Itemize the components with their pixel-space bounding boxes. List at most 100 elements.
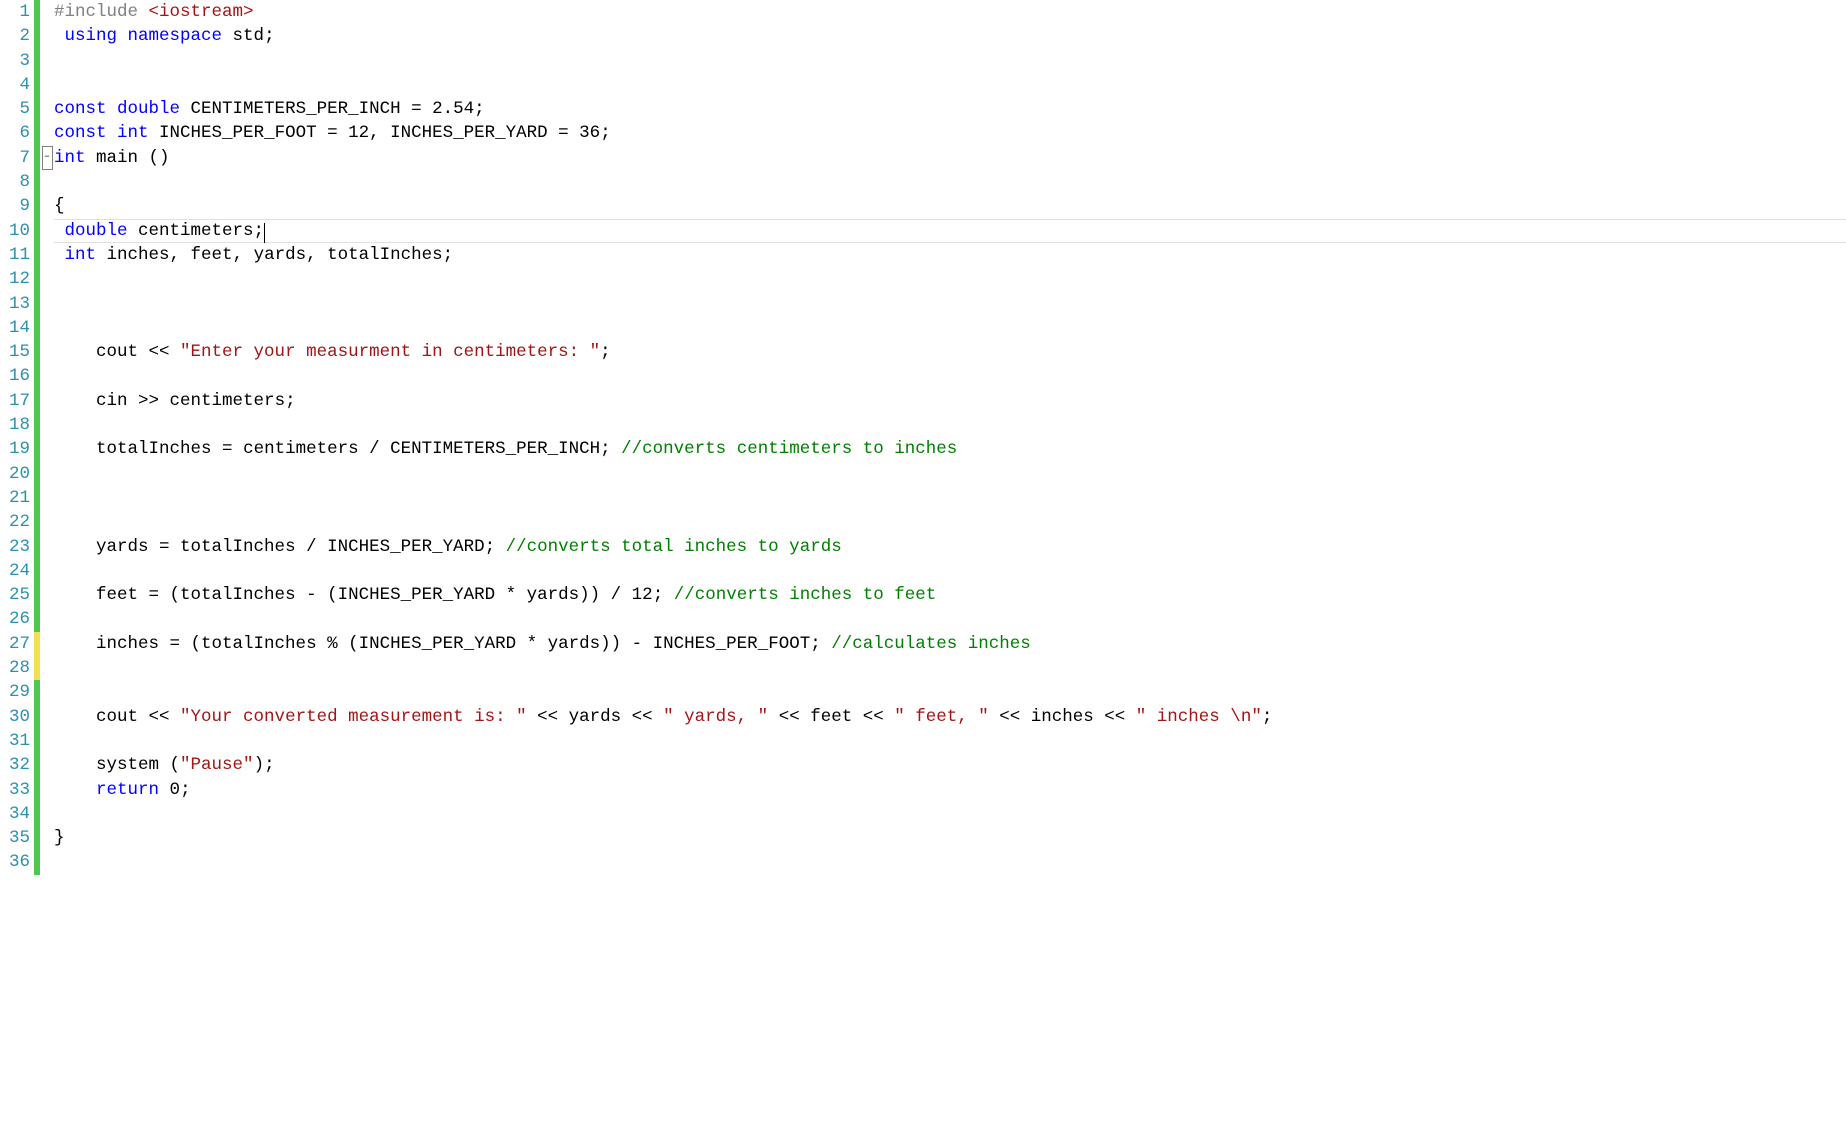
code-line[interactable]: inches = (totalInches % (INCHES_PER_YARD…	[54, 632, 1846, 656]
tok-op-token: ;	[254, 221, 265, 241]
tok-ident-token: yards	[569, 707, 622, 727]
line-number: 4	[0, 73, 30, 97]
fold-cell	[40, 0, 54, 24]
line-number: 15	[0, 340, 30, 364]
line-number: 13	[0, 292, 30, 316]
tok-string-token: <iostream>	[149, 2, 254, 22]
tok-op-token: =	[212, 439, 244, 459]
fold-toggle-icon[interactable]: −	[42, 146, 53, 170]
line-number: 10	[0, 219, 30, 243]
code-editor[interactable]: 1234567891011121314151617181920212223242…	[0, 0, 1846, 875]
tok-op-token: ;	[600, 342, 611, 362]
tok-op-token	[107, 99, 118, 119]
fold-cell	[40, 413, 54, 437]
code-line[interactable]	[54, 292, 1846, 316]
code-line[interactable]	[54, 49, 1846, 73]
tok-ident-token: cout	[96, 342, 138, 362]
tok-op-token: =	[317, 123, 349, 143]
code-line[interactable]: int inches, feet, yards, totalInches;	[54, 243, 1846, 267]
code-line[interactable]	[54, 729, 1846, 753]
tok-op-token: )) -	[600, 634, 653, 654]
line-number: 28	[0, 656, 30, 680]
tok-op-token: ;	[810, 634, 831, 654]
code-line[interactable]: const double CENTIMETERS_PER_INCH = 2.54…	[54, 97, 1846, 121]
code-line[interactable]: cout << "Your converted measurement is: …	[54, 705, 1846, 729]
tok-comment-token: //converts total inches to yards	[506, 537, 842, 557]
tok-op-token: <<	[527, 707, 569, 727]
line-number: 7	[0, 146, 30, 170]
tok-ident-token: INCHES_PER_YARD	[359, 634, 517, 654]
code-line[interactable]	[54, 73, 1846, 97]
tok-op-token: ;	[443, 245, 454, 265]
code-line[interactable]: #include <iostream>	[54, 0, 1846, 24]
line-number: 34	[0, 802, 30, 826]
plain-token	[54, 342, 96, 362]
plain-token	[54, 755, 96, 775]
fold-cell	[40, 462, 54, 486]
code-line[interactable]: int main ()	[54, 146, 1846, 170]
tok-op-token: *	[516, 634, 548, 654]
code-line[interactable]	[54, 170, 1846, 194]
tok-ident-token: totalInches	[180, 585, 296, 605]
code-line[interactable]	[54, 510, 1846, 534]
code-line[interactable]: using namespace std;	[54, 24, 1846, 48]
tok-string-token: "Your converted measurement is: "	[180, 707, 527, 727]
tok-ident-token: yards	[96, 537, 149, 557]
fold-cell	[40, 680, 54, 704]
tok-string-token: " feet, "	[894, 707, 989, 727]
line-number: 12	[0, 267, 30, 291]
tok-op-token: )) /	[579, 585, 632, 605]
tok-ident-token: inches	[96, 245, 170, 265]
code-line[interactable]: {	[54, 194, 1846, 218]
tok-op-token: =	[401, 99, 433, 119]
code-line[interactable]	[54, 607, 1846, 631]
code-line[interactable]: cout << "Enter your measurment in centim…	[54, 340, 1846, 364]
tok-ident-token: inches	[96, 634, 159, 654]
code-line[interactable]	[54, 316, 1846, 340]
fold-cell	[40, 486, 54, 510]
fold-cell	[40, 778, 54, 802]
tok-number-token: 0	[170, 780, 181, 800]
code-line[interactable]	[54, 656, 1846, 680]
code-line[interactable]: system ("Pause");	[54, 753, 1846, 777]
code-line[interactable]	[54, 850, 1846, 874]
code-line[interactable]	[54, 680, 1846, 704]
line-number: 31	[0, 729, 30, 753]
tok-ident-token: INCHES_PER_FOOT	[653, 634, 811, 654]
line-number: 30	[0, 705, 30, 729]
code-line[interactable]	[54, 462, 1846, 486]
line-number: 32	[0, 753, 30, 777]
code-line[interactable]: return 0;	[54, 778, 1846, 802]
code-line[interactable]	[54, 364, 1846, 388]
tok-number-token: 36	[579, 123, 600, 143]
line-number: 19	[0, 437, 30, 461]
line-number: 1	[0, 0, 30, 24]
code-line[interactable]	[54, 559, 1846, 583]
code-area[interactable]: #include <iostream> using namespace std;…	[54, 0, 1846, 875]
code-line[interactable]: yards = totalInches / INCHES_PER_YARD; /…	[54, 535, 1846, 559]
fold-cell	[40, 437, 54, 461]
plain-token	[54, 537, 96, 557]
code-line[interactable]	[54, 267, 1846, 291]
tok-op-token: );	[254, 755, 275, 775]
code-line[interactable]: const int INCHES_PER_FOOT = 12, INCHES_P…	[54, 121, 1846, 145]
tok-keyword-token: int	[117, 123, 149, 143]
fold-cell	[40, 656, 54, 680]
tok-op-token: =	[548, 123, 580, 143]
text-cursor	[264, 223, 265, 243]
tok-op-token: ,	[170, 245, 191, 265]
code-line[interactable]	[54, 413, 1846, 437]
code-line[interactable]	[54, 486, 1846, 510]
fold-cell	[40, 632, 54, 656]
code-line[interactable]	[54, 802, 1846, 826]
tok-ident-token: yards	[527, 585, 580, 605]
code-line[interactable]: }	[54, 826, 1846, 850]
tok-op-token: = (	[138, 585, 180, 605]
tok-op-token	[107, 123, 118, 143]
code-line[interactable]: totalInches = centimeters / CENTIMETERS_…	[54, 437, 1846, 461]
code-line[interactable]: double centimeters;	[54, 219, 1846, 243]
code-line[interactable]: cin >> centimeters;	[54, 389, 1846, 413]
code-line[interactable]: feet = (totalInches - (INCHES_PER_YARD *…	[54, 583, 1846, 607]
plain-token	[54, 707, 96, 727]
tok-op-token: =	[149, 537, 181, 557]
